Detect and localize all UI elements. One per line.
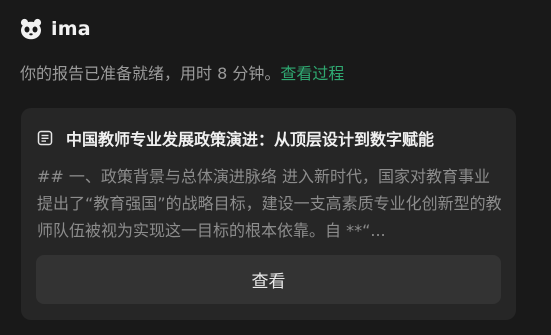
panda-icon (20, 18, 42, 40)
report-title: 中国教师专业发展政策演进：从顶层设计到数字赋能 (66, 130, 435, 149)
card-title-row: 中国教师专业发展政策演进：从顶层设计到数字赋能 (37, 126, 434, 150)
app-name: ima (51, 18, 91, 40)
status-message: 你的报告已准备就绪，用时 8 分钟。 (20, 64, 281, 83)
report-excerpt: ## 一、政策背景与总体演进脉络 进入新时代，国家对教育事业提出了“教育强国”的… (37, 167, 502, 240)
app-header: ima (20, 15, 91, 43)
status-line: 你的报告已准备就绪，用时 8 分钟。查看过程 (20, 62, 344, 86)
view-button[interactable]: 查看 (36, 255, 501, 304)
report-card: 中国教师专业发展政策演进：从顶层设计到数字赋能 ## 一、政策背景与总体演进脉络… (21, 108, 516, 320)
document-icon (37, 130, 53, 146)
view-process-link[interactable]: 查看过程 (280, 64, 344, 83)
